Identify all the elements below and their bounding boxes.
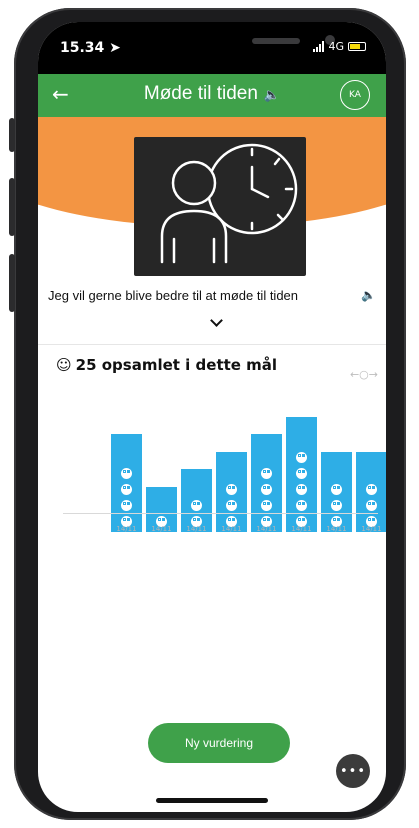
- speaker-icon[interactable]: 🔈: [361, 288, 376, 302]
- smiley-icon: [261, 468, 272, 479]
- battery-icon: [348, 42, 366, 51]
- app-bar: ← Møde til tiden 🔈 KA: [38, 74, 386, 117]
- smiley-icon: [331, 484, 342, 495]
- chevron-down-icon[interactable]: [210, 314, 223, 327]
- smiley-icon: [191, 500, 202, 511]
- home-indicator: [156, 798, 268, 803]
- volume-up-button: [9, 178, 15, 236]
- smiley-icon: [261, 500, 272, 511]
- x-tick-label: 14/11: [291, 525, 312, 533]
- status-bar: 15.34 ➤ 4G: [38, 22, 386, 74]
- volume-down-button: [9, 254, 15, 312]
- smiley-icon: [296, 500, 307, 511]
- goal-image: [134, 137, 306, 276]
- status-time: 15.34 ➤: [60, 40, 121, 56]
- speaker-icon[interactable]: 🔈: [264, 87, 280, 102]
- chart-bar[interactable]: [216, 451, 247, 532]
- chart-bar[interactable]: [251, 434, 282, 532]
- chart-bar[interactable]: [181, 469, 212, 532]
- bar-chart: [38, 362, 386, 532]
- new-rating-button[interactable]: Ny vurdering: [148, 723, 290, 763]
- goal-text: Jeg vil gerne blive bedre til at møde ti…: [48, 288, 299, 303]
- notch: [100, 22, 335, 60]
- divider: [38, 344, 386, 345]
- x-tick-label: 14/11: [256, 525, 277, 533]
- chart-baseline: [63, 513, 378, 514]
- more-dots-icon[interactable]: •••: [336, 754, 370, 788]
- smiley-icon: [121, 484, 132, 495]
- signal-bars-icon: [313, 41, 325, 52]
- mute-switch: [9, 118, 15, 152]
- chart-bar[interactable]: [111, 434, 142, 532]
- smiley-icon: [121, 500, 132, 511]
- smiley-icon: [261, 484, 272, 495]
- x-tick-label: 14/11: [186, 525, 207, 533]
- location-arrow-icon: ➤: [109, 40, 121, 56]
- x-tick-label: 14/11: [151, 525, 172, 533]
- smiley-icon: [226, 484, 237, 495]
- smiley-icon: [296, 468, 307, 479]
- avatar[interactable]: KA: [340, 80, 370, 110]
- smiley-icon: [366, 500, 377, 511]
- x-tick-label: 14/11: [221, 525, 242, 533]
- smiley-icon: [296, 484, 307, 495]
- app-screen: 15.34 ➤ 4G ← Møde til tiden 🔈 KA Jeg vil…: [38, 22, 386, 812]
- page-title-text: Møde til tiden: [143, 83, 258, 104]
- person-clock-icon: [160, 143, 298, 264]
- speaker-grille: [252, 38, 300, 44]
- x-tick-label: 14/11: [361, 525, 382, 533]
- smiley-icon: [366, 484, 377, 495]
- page-title: Møde til tiden 🔈: [38, 83, 386, 105]
- x-tick-label: 14/11: [116, 525, 137, 533]
- smiley-icon: [296, 452, 307, 463]
- chart-bar[interactable]: [356, 451, 386, 532]
- chart-bar[interactable]: [321, 451, 352, 532]
- x-tick-label: 14/11: [326, 525, 347, 533]
- smiley-icon: [121, 468, 132, 479]
- smiley-icon: [331, 500, 342, 511]
- network-type: 4G: [328, 40, 344, 53]
- status-right: 4G: [313, 40, 366, 53]
- smiley-icon: [226, 500, 237, 511]
- chart-bar[interactable]: [286, 416, 317, 532]
